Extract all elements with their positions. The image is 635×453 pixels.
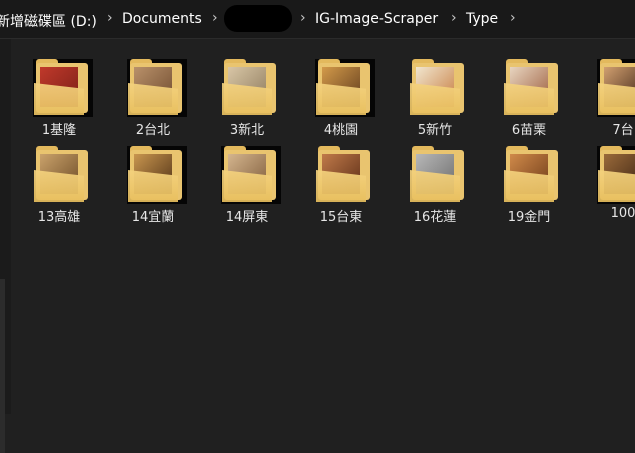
folder-item[interactable]: 14宜蘭 xyxy=(113,126,193,225)
folder-item[interactable]: 4桃園 xyxy=(301,39,381,138)
pane-divider xyxy=(0,279,5,453)
folder-item[interactable]: 19金門 xyxy=(489,126,569,225)
folder-label: 14屏東 xyxy=(225,210,269,225)
breadcrumb-item-drive[interactable]: 新增磁碟區 (D:) xyxy=(0,11,97,31)
folder-label: 16花蓮 xyxy=(413,210,457,225)
folder-front-flap xyxy=(598,83,635,115)
folder-item[interactable]: 16花蓮 xyxy=(395,126,475,225)
folder-label: 100 xyxy=(610,206,635,221)
chevron-right-icon[interactable]: › xyxy=(510,10,516,26)
folder-item[interactable]: 15台東 xyxy=(301,126,381,225)
folder-item[interactable]: 5新竹 xyxy=(395,39,475,138)
breadcrumb-item-ig-image-scraper[interactable]: IG-Image-Scraper xyxy=(315,11,438,27)
folder-item[interactable]: 100 xyxy=(583,126,635,221)
folder-item[interactable]: 13高雄 xyxy=(19,126,99,225)
chevron-right-icon[interactable]: › xyxy=(107,10,113,26)
folder-label: 15台東 xyxy=(319,210,363,225)
navigation-pane-edge xyxy=(0,39,11,453)
folder-label: 14宜蘭 xyxy=(131,210,175,225)
folder-item[interactable]: 3新北 xyxy=(207,39,287,138)
folder-front-flap xyxy=(598,170,635,202)
redacted-area xyxy=(224,5,292,32)
folder-label: 13高雄 xyxy=(37,210,81,225)
chevron-right-icon[interactable]: › xyxy=(212,10,218,26)
folder-view: 1基隆 2台北 3新北 4桃園 5新竹 6苗栗 7台 13高雄 14宜蘭 14屏東 15台東 16花蓮… xyxy=(11,39,635,414)
chevron-right-icon[interactable]: › xyxy=(300,10,306,26)
chevron-right-icon[interactable]: › xyxy=(451,10,457,26)
folder-item[interactable]: 6苗栗 xyxy=(489,39,569,138)
address-bar[interactable]: 新增磁碟區 (D:) › Documents › › IG-Image-Scra… xyxy=(0,0,635,39)
folder-item[interactable]: 7台 xyxy=(583,39,635,138)
folder-item[interactable]: 1基隆 xyxy=(19,39,99,138)
folder-item[interactable]: 14屏東 xyxy=(207,126,287,225)
breadcrumb-item-type[interactable]: Type xyxy=(466,11,498,27)
folder-label: 19金門 xyxy=(507,210,551,225)
folder-item[interactable]: 2台北 xyxy=(113,39,193,138)
breadcrumb-item-documents[interactable]: Documents xyxy=(122,11,202,27)
